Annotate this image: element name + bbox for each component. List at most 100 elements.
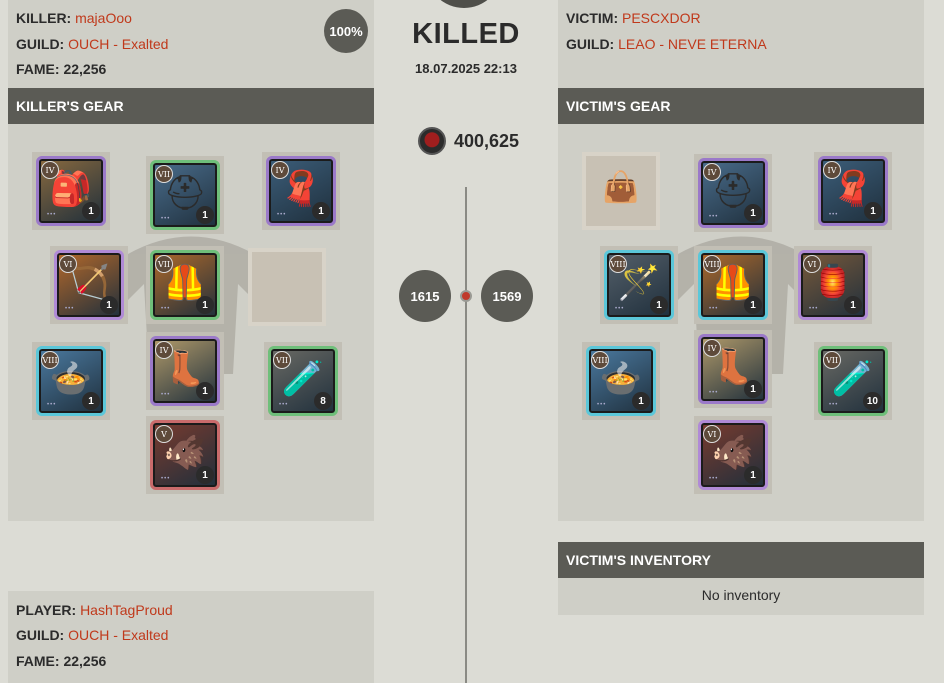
killer-item-head[interactable]: ⛑ VII 1 ••• (150, 160, 220, 230)
tier-badge: VII (273, 351, 291, 369)
tier-badge: VII (155, 165, 173, 183)
victim-item-head[interactable]: ⛑ IV 1 ••• (698, 158, 768, 228)
tier-badge: VIII (591, 351, 609, 369)
victim-item-food[interactable]: 🍲 VIII 1 ••• (586, 346, 656, 416)
total-fame: 400,625 (418, 126, 519, 156)
victim-gear-header: VICTIM'S GEAR (558, 88, 924, 124)
assist-player-link[interactable]: HashTagProud (80, 602, 173, 618)
killer-gear-slot-shoes[interactable]: 👢 IV 1 ••• (146, 332, 224, 410)
victim-item-power: 1569 (481, 270, 533, 322)
victim-gear-slot-offhand[interactable]: 🏮 VI 1 ••• (794, 246, 872, 324)
tier-badge: VI (703, 425, 721, 443)
damage-percent-badge: 100% (324, 9, 368, 53)
killer-item-shoes[interactable]: 👢 IV 1 ••• (150, 336, 220, 406)
killer-gear-slot-mainhand[interactable]: 🏹 VI 1 ••• (50, 246, 128, 324)
quality-dots: ••• (829, 212, 839, 218)
killer-guild-label: GUILD: (16, 36, 65, 52)
total-fame-value: 400,625 (454, 130, 520, 151)
quality-dots: ••• (279, 402, 289, 408)
killer-gear-slot-bag[interactable]: 🎒 IV 1 ••• (32, 152, 110, 230)
victim-item-shoes[interactable]: 👢 IV 1 ••• (698, 334, 768, 404)
quantity-badge: 1 (196, 466, 214, 484)
tier-badge: VIII (703, 255, 721, 273)
victim-gear-slot-potion[interactable]: 🧪 VII 10 ••• (814, 342, 892, 420)
quality-dots: ••• (709, 476, 719, 482)
quality-dots: ••• (709, 390, 719, 396)
killer-fame-value: 22,256 (63, 61, 107, 77)
victim-item-offhand[interactable]: 🏮 VI 1 ••• (798, 250, 868, 320)
quality-dots: ••• (161, 476, 171, 482)
victim-guild-link[interactable]: LEAO - NEVE ETERNA (618, 36, 767, 52)
victim-item-armor[interactable]: 🦺 VIII 1 ••• (698, 250, 768, 320)
tier-badge: IV (41, 161, 59, 179)
assist-fame-line: FAME: 22,256 (16, 653, 106, 669)
tier-badge: VIII (609, 255, 627, 273)
tier-badge: IV (703, 163, 721, 181)
quality-dots: ••• (709, 306, 719, 312)
victim-gear-slot-armor[interactable]: 🦺 VIII 1 ••• (694, 246, 772, 324)
quantity-badge: 1 (744, 466, 762, 484)
victim-gear-slot-cape[interactable]: 🧣 IV 1 ••• (814, 152, 892, 230)
killer-item-mainhand[interactable]: 🏹 VI 1 ••• (54, 250, 124, 320)
quantity-badge: 1 (82, 202, 100, 220)
killer-name-line: KILLER: majaOoo (16, 10, 132, 26)
quantity-badge: 1 (196, 206, 214, 224)
killer-item-potion[interactable]: 🧪 VII 8 ••• (268, 346, 338, 416)
killer-gear-header: KILLER'S GEAR (8, 88, 374, 124)
quantity-badge: 1 (744, 296, 762, 314)
victim-item-mainhand[interactable]: 🪄 VIII 1 ••• (604, 250, 674, 320)
victim-gear-slot-head[interactable]: ⛑ IV 1 ••• (694, 154, 772, 232)
item-power-indicator (460, 290, 472, 302)
quality-dots: ••• (65, 306, 75, 312)
victim-gear-slot-food[interactable]: 🍲 VIII 1 ••• (582, 342, 660, 420)
victim-bag-empty-slot: 👜 (582, 152, 660, 230)
quality-dots: ••• (615, 306, 625, 312)
killer-item-food[interactable]: 🍲 VIII 1 ••• (36, 346, 106, 416)
quantity-badge: 1 (864, 202, 882, 220)
killer-item-cape[interactable]: 🧣 IV 1 ••• (266, 156, 336, 226)
killer-gear-slot-head[interactable]: ⛑ VII 1 ••• (146, 156, 224, 234)
quality-dots: ••• (277, 212, 287, 218)
killer-fame-label: FAME: (16, 61, 60, 77)
quantity-badge: 1 (744, 204, 762, 222)
victim-gear-slot-mainhand[interactable]: 🪄 VIII 1 ••• (600, 246, 678, 324)
fame-icon (418, 127, 446, 155)
tier-badge: VIII (41, 351, 59, 369)
victim-item-cape[interactable]: 🧣 IV 1 ••• (818, 156, 888, 226)
killer-fame-line: FAME: 22,256 (16, 61, 106, 77)
quality-dots: ••• (47, 402, 57, 408)
victim-item-mount[interactable]: 🐗 VI 1 ••• (698, 420, 768, 490)
victim-gear-panel: 👜 ⛑ IV 1 ••• 🧣 IV 1 ••• 🪄 VIII 1 ••• 🦺 VIII 1 ••• 🏮 VI 1 ••… (558, 124, 924, 521)
killer-item-armor[interactable]: 🦺 VII 1 ••• (150, 250, 220, 320)
killer-gear-slot-food[interactable]: 🍲 VIII 1 ••• (32, 342, 110, 420)
killer-gear-slot-armor[interactable]: 🦺 VII 1 ••• (146, 246, 224, 324)
killer-item-mount[interactable]: 🐗 V 1 ••• (150, 420, 220, 490)
quantity-badge: 1 (196, 382, 214, 400)
tier-badge: VII (155, 255, 173, 273)
bag-icon: 👜 (602, 171, 640, 204)
killer-gear-slot-mount[interactable]: 🐗 V 1 ••• (146, 416, 224, 494)
killer-gear-panel: 🎒 IV 1 ••• ⛑ VII 1 ••• 🧣 IV 1 ••• 🏹 VI 1 ••• 🦺 VII 1 ••• 🍲 VI… (8, 124, 374, 521)
victim-item-potion[interactable]: 🧪 VII 10 ••• (818, 346, 888, 416)
assist-fame-label: FAME: (16, 653, 60, 669)
quantity-badge: 1 (744, 380, 762, 398)
quality-dots: ••• (809, 306, 819, 312)
killer-item-bag[interactable]: 🎒 IV 1 ••• (36, 156, 106, 226)
quantity-badge: 10 (862, 392, 882, 410)
killer-name-link[interactable]: majaOoo (75, 10, 132, 26)
assist-player-label: PLAYER: (16, 602, 77, 618)
victim-guild-line: GUILD: LEAO - NEVE ETERNA (566, 36, 767, 52)
killer-gear-slot-potion[interactable]: 🧪 VII 8 ••• (264, 342, 342, 420)
victim-name-link[interactable]: PESCXDOR (622, 10, 701, 26)
victim-gear-slot-shoes[interactable]: 👢 IV 1 ••• (694, 330, 772, 408)
killer-guild-line: GUILD: OUCH - Exalted (16, 36, 168, 52)
killer-info-panel: KILLER: majaOoo GUILD: OUCH - Exalted FA… (8, 0, 374, 88)
killer-item-power: 1615 (399, 270, 451, 322)
quality-dots: ••• (161, 216, 171, 222)
victim-gear-slot-mount[interactable]: 🐗 VI 1 ••• (694, 416, 772, 494)
killer-offhand-empty-slot (248, 248, 326, 326)
killer-guild-link[interactable]: OUCH - Exalted (68, 36, 168, 52)
assist-guild-link[interactable]: OUCH - Exalted (68, 627, 168, 643)
killer-gear-slot-cape[interactable]: 🧣 IV 1 ••• (262, 152, 340, 230)
assist-name-line: PLAYER: HashTagProud (16, 602, 173, 618)
